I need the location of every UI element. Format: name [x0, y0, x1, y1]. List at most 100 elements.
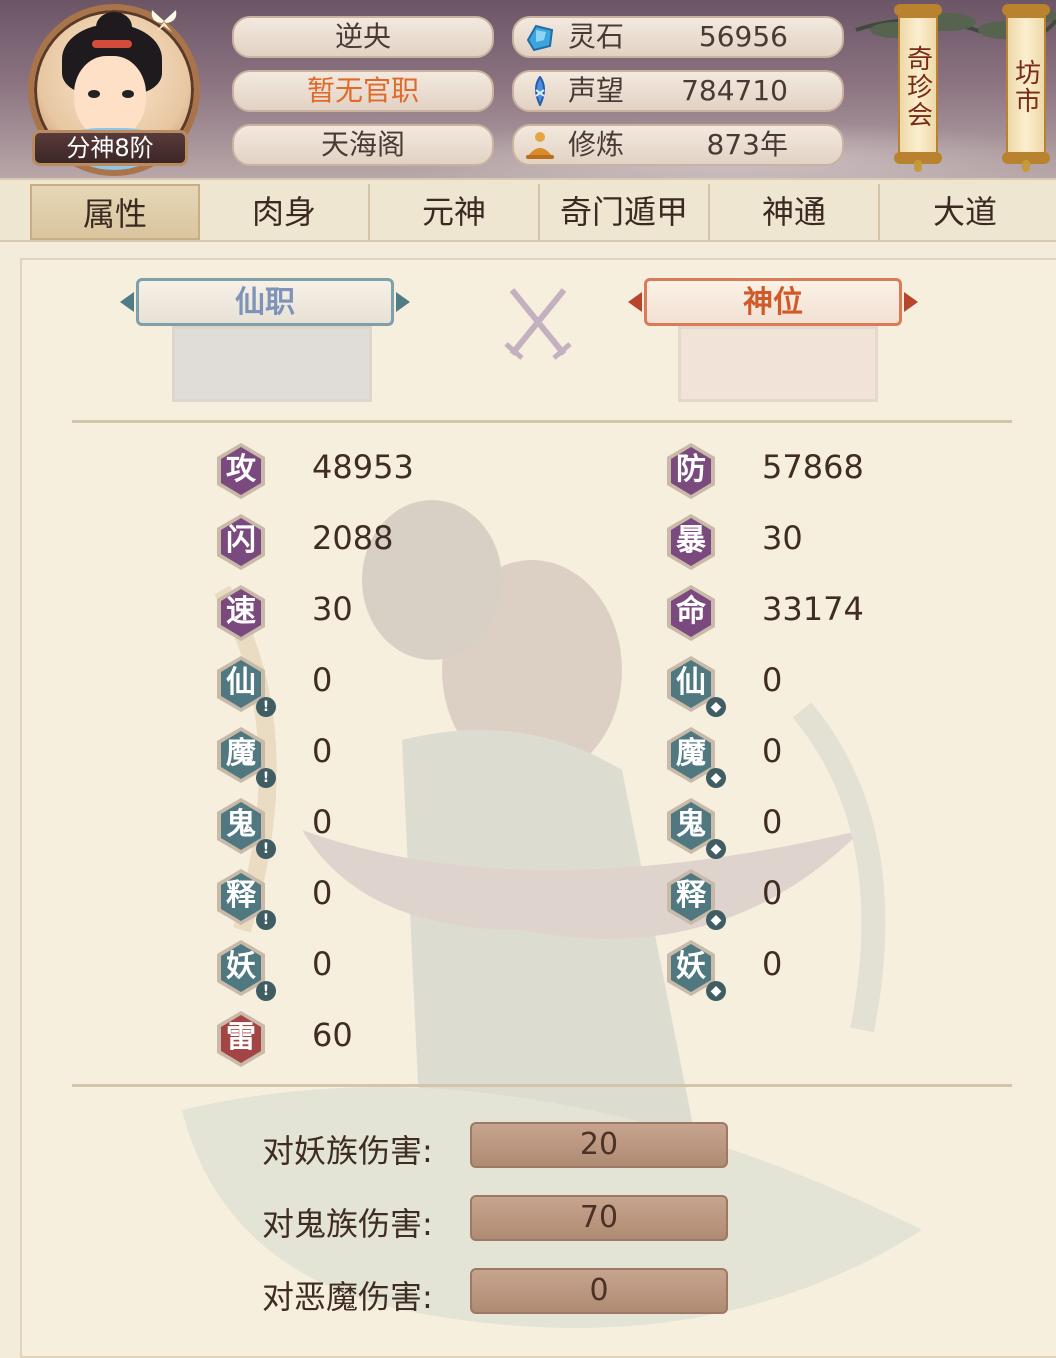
stat-badge-icon: 攻 — [212, 442, 270, 500]
stat-badge-icon: 魔! — [212, 726, 276, 788]
stat-badge-icon: 闪 — [212, 513, 270, 571]
alert-icon: ! — [256, 910, 276, 930]
avatar-headband — [92, 40, 132, 48]
tab-divine-powers[interactable]: 神通 — [710, 184, 880, 240]
alert-icon: ! — [256, 697, 276, 717]
stat-glyph: 雷 — [226, 1020, 256, 1055]
cultivation-icon — [526, 132, 554, 159]
resource-cultivation[interactable]: 修炼 873年 — [512, 124, 844, 166]
stat-value: 2088 — [312, 519, 394, 557]
stat-value: 48953 — [312, 448, 414, 486]
scroll-rod — [1002, 4, 1050, 16]
arrow-left-icon — [628, 292, 642, 312]
immortal-post-slot[interactable] — [172, 326, 372, 402]
divine-rank-title: 神位 — [644, 278, 902, 326]
avatar-topknot — [96, 12, 132, 42]
stat-value: 0 — [312, 732, 333, 770]
stat-value: 30 — [312, 590, 353, 628]
stat-glyph: 闪 — [226, 523, 256, 558]
arrow-right-icon — [904, 292, 918, 312]
stat-glyph: 暴 — [676, 523, 706, 558]
attributes-panel: 仙职 神位 攻 48953 闪 2088 速 30 仙! 0 魔! 0 鬼! 0 释! 0 妖! 0 雷 60 防 5… — [20, 258, 1056, 1358]
divine-rank-banner: 神位 — [628, 278, 918, 326]
section-divider — [72, 1084, 1012, 1087]
tab-attributes[interactable]: 属性 — [30, 184, 200, 240]
resource-value: 784710 — [681, 74, 788, 107]
stat-value: 30 — [762, 519, 803, 557]
stat-badge-icon: 妖 ◆ — [662, 939, 726, 1001]
top-status-bar: 分神8阶 逆央 暂无官职 天海阁 灵石 56956 声望 784710 修炼 8… — [0, 0, 1056, 178]
shield-icon: ◆ — [706, 910, 726, 930]
stat-value: 0 — [312, 803, 333, 841]
stat-value: 60 — [312, 1016, 353, 1054]
tab-body[interactable]: 肉身 — [200, 184, 370, 240]
resource-value: 873年 — [706, 128, 788, 161]
stat-value: 0 — [312, 661, 333, 699]
resource-label: 灵石 — [568, 20, 625, 53]
stat-value: 33174 — [762, 590, 864, 628]
immortal-post-banner: 仙职 — [120, 278, 410, 326]
stat-value: 57868 — [762, 448, 864, 486]
stat-glyph: 攻 — [226, 452, 256, 487]
cultivation-rank-badge: 分神8阶 — [32, 130, 188, 166]
stat-value: 0 — [762, 732, 783, 770]
shield-icon: ◆ — [706, 839, 726, 859]
treasure-fair-button[interactable]: 奇珍会 — [894, 4, 942, 172]
divine-rank-slot[interactable] — [678, 326, 878, 402]
stat-value: 0 — [762, 661, 783, 699]
resource-value: 56956 — [698, 20, 788, 53]
avatar-eye-right — [122, 90, 134, 98]
shield-icon: ◆ — [706, 768, 726, 788]
tab-bar: 属性 肉身 元神 奇门遁甲 神通 大道 — [0, 178, 1056, 242]
resource-prestige[interactable]: 声望 784710 — [512, 70, 844, 112]
shield-icon: ◆ — [706, 697, 726, 717]
damage-bonus-value: 0 — [470, 1268, 728, 1314]
stat-badge-icon: 命 — [662, 584, 720, 642]
alert-icon: ! — [256, 981, 276, 1001]
scroll-label: 坊市 — [1006, 16, 1046, 158]
player-name: 逆央 — [232, 16, 494, 58]
official-title[interactable]: 暂无官职 — [232, 70, 494, 112]
crossed-swords-icon — [504, 288, 572, 360]
section-divider — [72, 420, 1012, 423]
scroll-tassel — [1022, 160, 1030, 172]
tab-great-dao[interactable]: 大道 — [880, 184, 1050, 240]
scroll-label: 奇珍会 — [898, 16, 938, 158]
damage-bonus-label: 对鬼族伤害: — [262, 1205, 433, 1243]
scroll-rod — [894, 4, 942, 16]
stat-badge-icon: 速 — [212, 584, 270, 642]
stat-glyph: 防 — [676, 452, 706, 487]
resource-label: 声望 — [568, 74, 625, 107]
stat-value: 0 — [762, 945, 783, 983]
arrow-left-icon — [120, 292, 134, 312]
tab-qimen-dunjia[interactable]: 奇门遁甲 — [540, 184, 710, 240]
shield-icon: ◆ — [706, 981, 726, 1001]
stat-badge-icon: 魔 ◆ — [662, 726, 726, 788]
stat-glyph: 速 — [226, 594, 256, 629]
avatar-eye-left — [88, 90, 100, 98]
immortal-post-title: 仙职 — [136, 278, 394, 326]
stat-value: 0 — [762, 803, 783, 841]
damage-bonus-label: 对妖族伤害: — [262, 1132, 433, 1170]
stat-value: 0 — [312, 945, 333, 983]
stat-badge-icon: 释! — [212, 868, 276, 930]
resource-spirit-stone[interactable]: 灵石 56956 — [512, 16, 844, 58]
stat-value: 0 — [312, 874, 333, 912]
market-button[interactable]: 坊市 — [1002, 4, 1050, 172]
damage-bonus-value: 20 — [470, 1122, 728, 1168]
stat-value: 0 — [762, 874, 783, 912]
damage-bonus-value: 70 — [470, 1195, 728, 1241]
stat-badge-icon: 释 ◆ — [662, 868, 726, 930]
arrow-right-icon — [396, 292, 410, 312]
sect-name[interactable]: 天海阁 — [232, 124, 494, 166]
tab-primordial-spirit[interactable]: 元神 — [370, 184, 540, 240]
stat-badge-icon: 雷 — [212, 1010, 270, 1068]
alert-icon: ! — [256, 768, 276, 788]
damage-bonus-label: 对恶魔伤害: — [262, 1278, 433, 1316]
stat-glyph: 命 — [676, 594, 706, 629]
stat-badge-icon: 鬼! — [212, 797, 276, 859]
stat-badge-icon: 仙! — [212, 655, 276, 717]
scroll-tassel — [914, 160, 922, 172]
spirit-stone-icon — [526, 24, 554, 52]
stat-badge-icon: 鬼 ◆ — [662, 797, 726, 859]
